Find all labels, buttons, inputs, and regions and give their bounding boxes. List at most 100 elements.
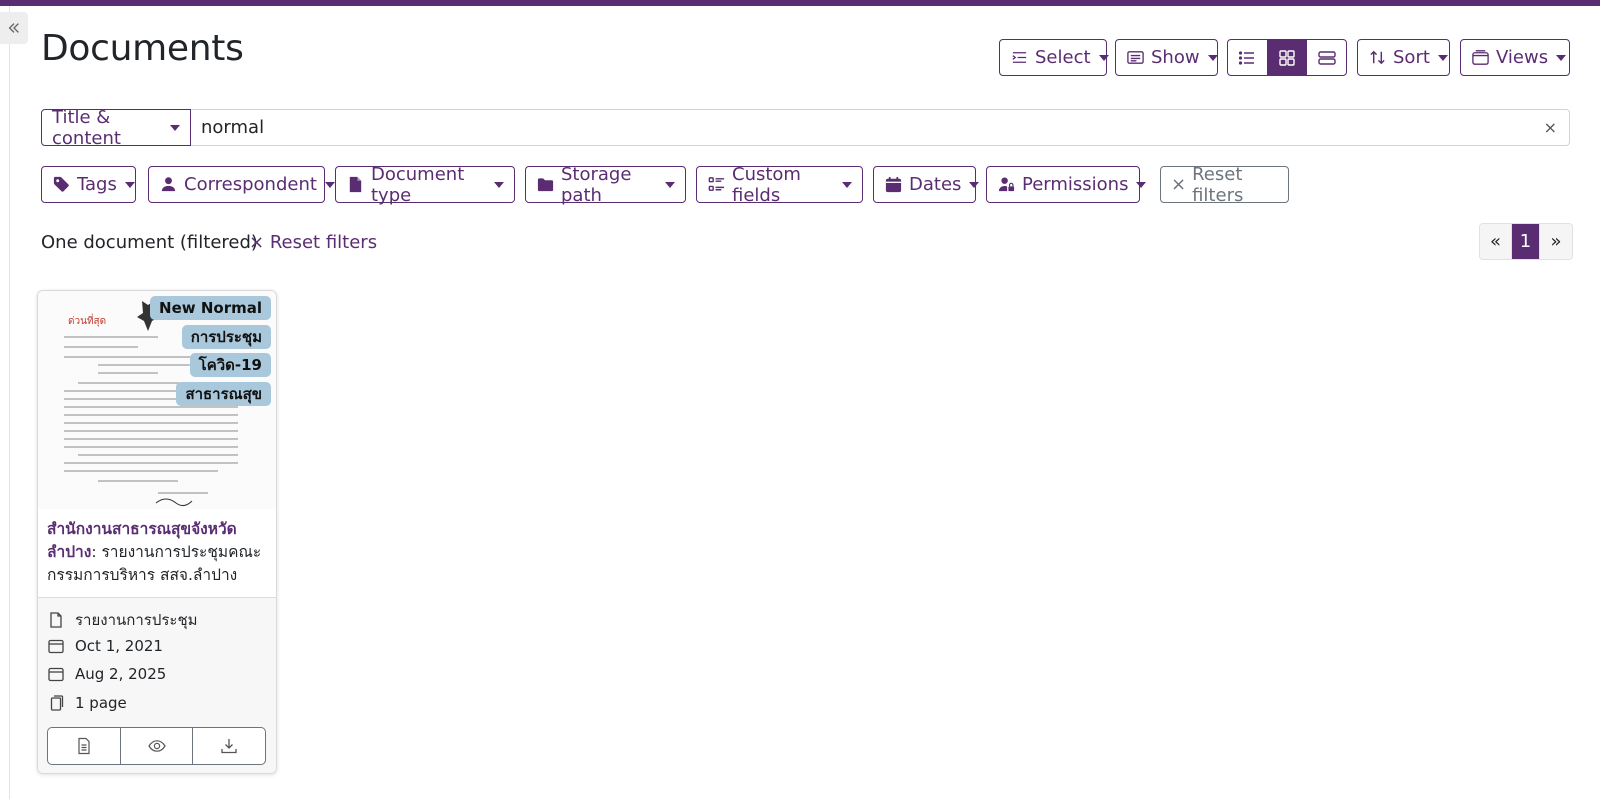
- views-dropdown-button[interactable]: Views: [1460, 39, 1570, 76]
- document-thumbnail[interactable]: ด่วนที่สุด New Normal การประชุม โควิด-19…: [38, 291, 276, 509]
- search-mode-label: Title & content: [52, 106, 121, 149]
- pagination-page-current[interactable]: 1: [1512, 224, 1540, 259]
- search-mode-dropdown[interactable]: Title & content: [41, 106, 191, 149]
- created-date-row: Oct 1, 2021: [47, 637, 163, 655]
- added-date-row: Aug 2, 2025: [47, 665, 166, 683]
- chevron-down-icon: [1098, 54, 1109, 61]
- document-actions: [47, 727, 266, 765]
- list-icon: [1239, 50, 1255, 65]
- document-tag[interactable]: การประชุม: [181, 325, 271, 349]
- filter-correspondent-label: Correspondent: [184, 174, 317, 195]
- filter-correspondent-button[interactable]: Correspondent: [148, 166, 335, 203]
- filter-document-type-button[interactable]: Document type: [335, 163, 515, 206]
- document-tag[interactable]: โควิด-19: [189, 353, 271, 377]
- chevron-down-icon: [1136, 181, 1147, 188]
- sidebar-collapse-button[interactable]: [0, 12, 28, 44]
- person-icon: [161, 177, 176, 192]
- page-count-row: 1 page: [47, 694, 127, 712]
- table-rows-icon: [1317, 50, 1336, 65]
- filter-document-type-label: Document type: [371, 163, 465, 206]
- window-stack-icon: [1472, 50, 1489, 65]
- chevron-down-icon: [665, 181, 675, 188]
- chevron-down-icon: [1437, 54, 1448, 61]
- select-label: Select: [1035, 47, 1091, 68]
- document-type-value[interactable]: รายงานการประชุม: [75, 608, 198, 632]
- reset-filters-link[interactable]: × Reset filters: [249, 232, 377, 253]
- eye-icon: [147, 740, 166, 752]
- filter-custom-fields-label: Custom fields: [732, 163, 801, 206]
- download-icon: [221, 739, 237, 754]
- view-grid-button[interactable]: [1267, 40, 1308, 75]
- top-accent-bar: [0, 0, 1600, 6]
- chevron-down-icon: [170, 124, 180, 131]
- close-icon: ×: [249, 232, 265, 253]
- sort-arrows-icon: [1370, 50, 1385, 65]
- ui-checks-icon: [708, 177, 725, 191]
- search-query: normal: [201, 117, 265, 138]
- search-input[interactable]: normal ×: [191, 109, 1570, 146]
- sort-label: Sort: [1393, 47, 1430, 68]
- view-table-button[interactable]: [1307, 40, 1346, 75]
- close-icon: ×: [1171, 174, 1187, 195]
- download-button[interactable]: [193, 728, 265, 764]
- person-lock-icon: [998, 177, 1015, 192]
- chevron-down-icon: [324, 181, 335, 188]
- view-mode-toggle: [1227, 39, 1347, 76]
- filter-storage-path-label: Storage path: [561, 163, 632, 206]
- calendar-icon: [885, 176, 902, 193]
- reset-filters-link-label: Reset filters: [269, 232, 378, 253]
- chevron-down-icon: [842, 181, 852, 188]
- chevron-down-icon: [124, 181, 135, 188]
- clear-search-button[interactable]: ×: [1544, 118, 1557, 137]
- chevron-down-icon: [1207, 54, 1218, 61]
- file-icon: [349, 176, 362, 193]
- filter-custom-fields-button[interactable]: Custom fields: [696, 163, 863, 206]
- calendar-icon: [48, 639, 64, 654]
- filter-storage-path-button[interactable]: Storage path: [525, 163, 686, 206]
- grid-icon: [1279, 49, 1295, 66]
- tag-icon: [53, 176, 69, 192]
- file-text-icon: [78, 737, 90, 755]
- chevron-down-icon: [969, 181, 980, 188]
- sort-dropdown-button[interactable]: Sort: [1357, 39, 1450, 76]
- page-count-value: 1 page: [75, 694, 127, 712]
- filter-tags-button[interactable]: Tags: [41, 166, 136, 203]
- reset-filters-label: Reset filters: [1192, 163, 1244, 206]
- filter-permissions-label: Permissions: [1022, 174, 1129, 195]
- sidebar-rail: [0, 6, 10, 799]
- folder-icon: [537, 178, 554, 192]
- show-dropdown-button[interactable]: Show: [1115, 39, 1218, 76]
- view-list-button[interactable]: [1228, 40, 1268, 75]
- calendar-plus-icon: [48, 667, 64, 682]
- show-label: Show: [1151, 47, 1200, 68]
- created-date-value: Oct 1, 2021: [75, 637, 163, 655]
- pagination-prev[interactable]: «: [1480, 224, 1512, 259]
- chevron-down-icon: [1556, 54, 1567, 61]
- result-count: One document (filtered): [41, 232, 258, 253]
- document-type-row: รายงานการประชุม: [47, 608, 198, 632]
- added-date-value: Aug 2, 2025: [75, 665, 167, 683]
- filter-permissions-button[interactable]: Permissions: [986, 166, 1147, 203]
- card-text-icon: [1127, 51, 1144, 64]
- document-tag[interactable]: New Normal: [150, 296, 271, 320]
- select-dropdown-button[interactable]: Select: [999, 39, 1109, 76]
- document-title[interactable]: สำนักงานสาธารณสุขจังหวัดลำปาง: รายงานการ…: [47, 518, 272, 587]
- page-title: Documents: [41, 28, 244, 69]
- chevron-down-icon: [494, 181, 504, 188]
- svg-text:ด่วนที่สุด: ด่วนที่สุด: [68, 313, 106, 327]
- pagination-next[interactable]: »: [1540, 224, 1572, 259]
- filter-dates-button[interactable]: Dates: [873, 166, 980, 203]
- select-list-icon: [1012, 52, 1027, 63]
- preview-button[interactable]: [121, 728, 194, 764]
- pagination: « 1 »: [1479, 223, 1573, 260]
- files-icon: [50, 695, 64, 711]
- file-icon: [50, 612, 62, 628]
- document-card[interactable]: ด่วนที่สุด New Normal การประชุม โควิด-19…: [37, 290, 277, 774]
- reset-filters-button[interactable]: × Reset filters: [1160, 163, 1289, 206]
- document-tag[interactable]: สาธารณสุข: [176, 382, 271, 406]
- double-chevron-left-icon: [8, 23, 19, 33]
- filter-dates-label: Dates: [909, 174, 962, 195]
- views-label: Views: [1496, 47, 1549, 68]
- open-details-button[interactable]: [48, 728, 121, 764]
- filter-tags-label: Tags: [77, 174, 117, 195]
